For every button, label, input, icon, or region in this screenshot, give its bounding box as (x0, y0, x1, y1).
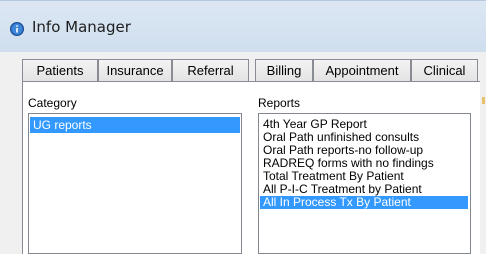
reports-label: Reports (258, 96, 301, 110)
list-item[interactable]: All In Process Tx By Patient (260, 196, 468, 209)
tab-referral[interactable]: Referral (172, 59, 249, 81)
category-label: Category (28, 96, 77, 110)
tab-billing[interactable]: Billing (255, 59, 313, 81)
reports-listbox[interactable]: 4th Year GP Report Oral Path unfinished … (258, 113, 471, 254)
category-listbox[interactable]: UG reports (28, 113, 242, 254)
info-circle-icon (10, 22, 24, 36)
tab-insurance[interactable]: Insurance (98, 59, 172, 81)
panel-edge-marker (482, 97, 485, 104)
tab-clinical[interactable]: Clinical (411, 59, 478, 81)
window-title: Info Manager (32, 18, 131, 36)
list-item[interactable]: UG reports (30, 117, 240, 133)
tab-patients[interactable]: Patients (22, 59, 98, 81)
tab-appointment[interactable]: Appointment (313, 59, 411, 81)
panel-edge (480, 80, 486, 254)
title-bar: Info Manager (0, 0, 486, 52)
info-manager-window: Info Manager Patients Insurance Referral… (0, 0, 486, 254)
